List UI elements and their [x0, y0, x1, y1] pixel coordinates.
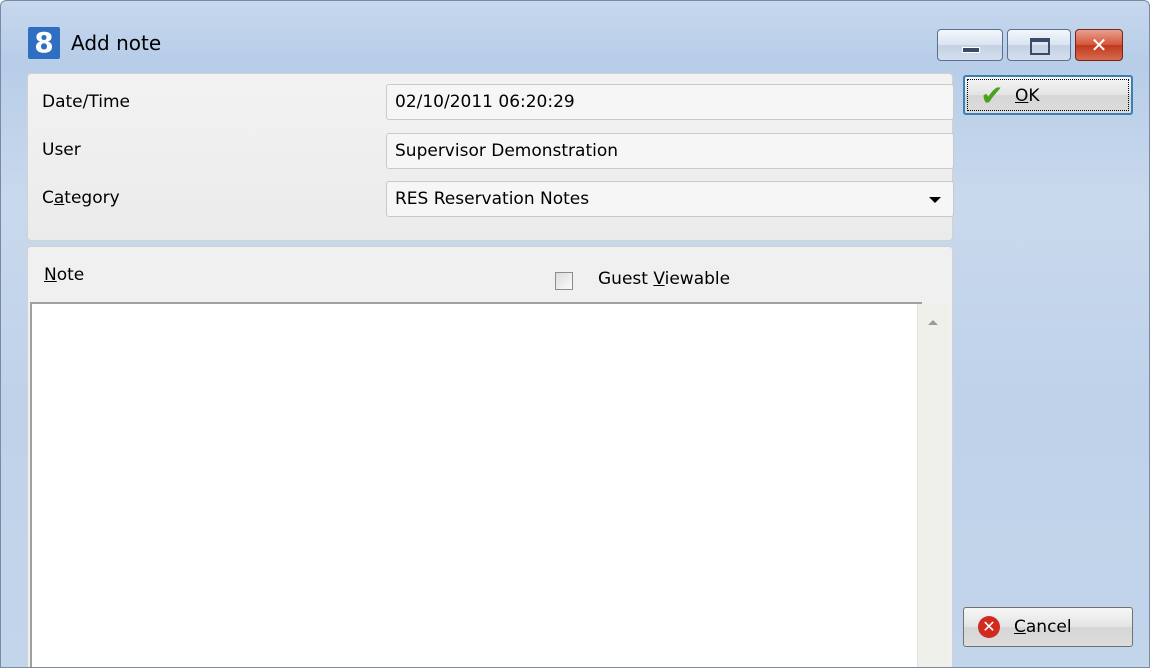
close-icon: ✕	[1090, 33, 1108, 57]
cancel-button[interactable]: ✕ Cancel	[963, 607, 1133, 647]
note-panel: Note Guest Viewable	[27, 246, 953, 667]
guest-viewable-label[interactable]: Guest Viewable	[598, 269, 730, 289]
user-label: User	[42, 140, 81, 160]
category-label-accel: a	[53, 188, 65, 208]
cancel-accel: C	[1014, 617, 1026, 637]
guest-viewable-accel: V	[653, 269, 665, 289]
guest-viewable-prefix: Guest	[598, 269, 654, 289]
category-label-suffix: tegory	[64, 188, 120, 208]
ok-button[interactable]: ✔ OK	[963, 75, 1133, 115]
chevron-down-icon[interactable]	[929, 197, 941, 203]
ok-rest: K	[1028, 86, 1040, 106]
cancel-label: Cancel	[1014, 617, 1072, 637]
scroll-up-icon[interactable]	[928, 320, 938, 325]
note-label: Note	[44, 265, 84, 285]
category-value: RES Reservation Notes	[395, 189, 590, 209]
category-label: Category	[42, 188, 120, 208]
app-icon: 8	[28, 27, 60, 59]
guest-viewable-suffix: iewable	[664, 269, 731, 289]
note-textarea[interactable]	[30, 302, 922, 667]
minimize-button[interactable]	[937, 29, 1003, 61]
datetime-field[interactable]: 02/10/2011 06:20:29	[386, 84, 954, 120]
category-dropdown[interactable]: RES Reservation Notes	[386, 181, 954, 217]
checkmark-icon: ✔	[980, 79, 1004, 112]
details-panel: Date/Time 02/10/2011 06:20:29 User Super…	[27, 73, 954, 241]
ok-accel: O	[1015, 86, 1029, 106]
cancel-x-icon: ✕	[978, 616, 1000, 638]
note-label-rest: ote	[56, 265, 85, 285]
cancel-rest: ancel	[1025, 617, 1072, 637]
maximize-button[interactable]	[1007, 29, 1071, 61]
window-title: Add note	[71, 31, 162, 55]
note-scrollbar[interactable]	[917, 304, 948, 667]
maximize-icon	[1030, 38, 1050, 55]
category-label-prefix: C	[42, 188, 54, 208]
user-field[interactable]: Supervisor Demonstration	[386, 133, 954, 169]
title-bar[interactable]: 8 Add note ✕	[1, 1, 1149, 67]
note-label-accel: N	[44, 265, 57, 285]
close-button[interactable]: ✕	[1075, 29, 1123, 61]
add-note-dialog: 8 Add note ✕ Date/Time 02/10/2011 06:20:…	[0, 0, 1150, 668]
datetime-label: Date/Time	[42, 92, 130, 112]
ok-label: OK	[1015, 86, 1040, 106]
minimize-icon	[962, 47, 980, 53]
guest-viewable-checkbox[interactable]	[555, 272, 573, 290]
